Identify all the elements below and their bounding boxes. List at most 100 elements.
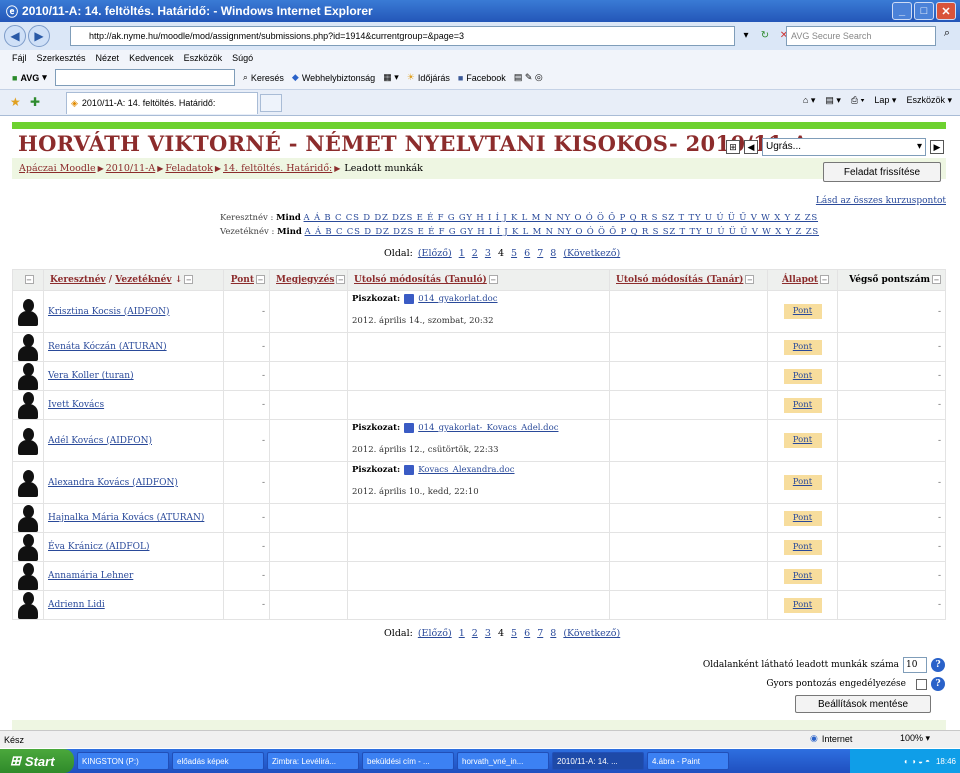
start-button[interactable]: ⊞ Start [0, 749, 74, 773]
file-link[interactable]: 014_gyakorlat-_Kovacs_Adel.doc [418, 423, 558, 433]
firstname-letters[interactable]: A Á B C CS D DZ DZS E É F G GY H I Í J K… [304, 213, 818, 223]
menu-favorites[interactable]: Kedvencek [129, 53, 174, 63]
menu-edit[interactable]: Szerkesztés [37, 53, 86, 63]
help-icon[interactable]: ? [931, 658, 945, 672]
refresh-assignment-button[interactable]: Feladat frissítése [823, 162, 941, 182]
menu-help[interactable]: Súgó [232, 53, 253, 63]
grid-icon[interactable]: ⊞ [726, 140, 740, 154]
avatar[interactable] [17, 469, 39, 497]
menu-file[interactable]: Fájl [12, 53, 27, 63]
hide-column-icon[interactable]: − [488, 275, 498, 284]
collapse-all-header[interactable]: − [12, 269, 44, 291]
feeds-icon[interactable]: ▤ ▾ [825, 95, 841, 106]
breadcrumb-course[interactable]: 2010/11-A [106, 163, 156, 174]
sort-lastname[interactable]: Vezetéknév [115, 275, 171, 285]
print-icon[interactable]: ⎙ ▾ [851, 95, 864, 106]
hide-column-icon[interactable]: − [256, 275, 265, 284]
search-icon[interactable]: ⌕ [938, 27, 956, 45]
hide-column-icon[interactable]: − [745, 275, 755, 284]
maximize-button[interactable]: □ [914, 2, 934, 20]
new-tab-button[interactable] [260, 93, 282, 112]
pager-page[interactable]: 7 [537, 628, 543, 639]
lastname-letters[interactable]: A Á B C CS D DZ DZS E É F G GY H I Í J K… [305, 227, 819, 237]
breadcrumb-assignment[interactable]: 14. feltöltés. Határidő: [223, 163, 332, 174]
breadcrumb-assignments[interactable]: Feladatok [165, 163, 212, 174]
pager-page[interactable]: 2 [472, 248, 478, 259]
per-page-input[interactable]: 10 [903, 657, 927, 673]
pager-page[interactable]: 5 [511, 628, 517, 639]
all-groups-link[interactable]: Lásd az összes kurzuspontot [816, 196, 946, 206]
pager-prev[interactable]: (Előző) [418, 248, 452, 259]
sort-firstname[interactable]: Keresztnév [50, 275, 106, 285]
hide-column-icon[interactable]: − [184, 275, 194, 284]
grade-button[interactable]: Pont [783, 510, 822, 526]
breadcrumb-home[interactable]: Apáczai Moodle [19, 163, 96, 174]
jump-select[interactable]: Ugrás... [762, 138, 926, 156]
pager-page[interactable]: 3 [485, 248, 491, 259]
toolbar-weather-button[interactable]: ☀ Időjárás [407, 72, 450, 83]
file-link[interactable]: 014_gyakorlat.doc [418, 294, 497, 304]
grade-button[interactable]: Pont [783, 304, 822, 319]
pager-page[interactable]: 5 [511, 248, 517, 259]
taskbar-item[interactable]: horvath_vné_in... [457, 752, 549, 770]
tools-menu[interactable]: Eszközök ▾ [906, 95, 952, 106]
grade-button[interactable]: Pont [783, 597, 822, 613]
pager-page[interactable]: 8 [550, 248, 556, 259]
taskbar-item[interactable]: 4.ábra - Paint [647, 752, 729, 770]
taskbar-item[interactable]: előadás képek [172, 752, 264, 770]
pager-next[interactable]: (Következő) [563, 628, 620, 639]
avg-search-input[interactable] [54, 69, 235, 86]
student-name-link[interactable]: Adrienn Lidi [48, 600, 105, 610]
avatar[interactable] [17, 504, 39, 532]
avatar[interactable] [17, 533, 39, 561]
student-name-link[interactable]: Renáta Kóczán (ATURAN) [48, 342, 167, 352]
toolbar-safety-button[interactable]: ◆ Webhelybiztonság [292, 72, 375, 83]
avatar[interactable] [17, 333, 39, 361]
save-settings-button[interactable]: Beállítások mentése [795, 695, 931, 713]
search-input[interactable]: AVG Secure Search [786, 26, 936, 46]
hide-column-icon[interactable]: − [336, 275, 346, 284]
student-name-link[interactable]: Éva Kránicz (AIDFOL) [48, 542, 149, 552]
taskbar-item[interactable]: 2010/11-A: 14. ... [552, 752, 644, 770]
quick-grading-checkbox[interactable] [916, 678, 927, 690]
student-name-link[interactable]: Krisztina Kocsis (AIDFON) [48, 307, 170, 317]
pager-page[interactable]: 8 [550, 628, 556, 639]
avatar[interactable] [17, 298, 39, 326]
grade-button[interactable]: Pont [783, 339, 822, 355]
forward-button[interactable]: ▶ [28, 25, 50, 47]
student-name-link[interactable]: Annamária Lehner [48, 571, 133, 581]
refresh-icon[interactable]: ↻ [757, 27, 773, 43]
menu-tools[interactable]: Eszközök [184, 53, 223, 63]
avatar[interactable] [17, 562, 39, 590]
pager-page[interactable]: 1 [459, 628, 465, 639]
hide-column-icon[interactable]: − [932, 275, 941, 284]
student-name-link[interactable]: Adél Kovács (AIDFON) [48, 436, 152, 446]
file-link[interactable]: Kovacs_Alexandra.doc [418, 465, 514, 475]
toolbar-extra-icons[interactable]: ▤ ✎ ◎ [514, 72, 543, 83]
taskbar-item[interactable]: beküldési cím - ... [362, 752, 454, 770]
pager-page[interactable]: 2 [472, 628, 478, 639]
prev-activity-icon[interactable]: ◀ [744, 140, 758, 154]
pager-page[interactable]: 6 [524, 248, 530, 259]
taskbar-item[interactable]: Zimbra: Levélirá... [267, 752, 359, 770]
avatar[interactable] [17, 391, 39, 419]
grade-button[interactable]: Pont [783, 539, 822, 555]
pager-page[interactable]: 1 [459, 248, 465, 259]
minimize-button[interactable]: _ [892, 2, 912, 20]
address-input[interactable]: http://ak.nyme.hu/moodle/mod/assignment/… [70, 26, 735, 46]
next-activity-icon[interactable]: ▶ [930, 140, 944, 154]
student-name-link[interactable]: Alexandra Kovács (AIDFON) [48, 478, 178, 488]
grade-button[interactable]: Pont [783, 475, 822, 490]
toolbar-search-button[interactable]: ⌕ Keresés [243, 72, 284, 83]
taskbar-item[interactable]: KINGSTON (P:) [77, 752, 169, 770]
collapse-icon[interactable]: − [24, 275, 34, 284]
menu-view[interactable]: Nézet [96, 53, 120, 63]
avg-button[interactable]: ■ AVG ▾ [12, 72, 47, 83]
pager-next[interactable]: (Következő) [563, 248, 620, 259]
pager-page[interactable]: 6 [524, 628, 530, 639]
back-button[interactable]: ◀ [4, 25, 26, 47]
hide-column-icon[interactable]: − [820, 275, 830, 284]
student-name-link[interactable]: Hajnalka Mária Kovács (ATURAN) [48, 513, 204, 523]
student-name-link[interactable]: Ivett Kovács [48, 400, 104, 410]
page-menu[interactable]: Lap ▾ [874, 95, 896, 106]
